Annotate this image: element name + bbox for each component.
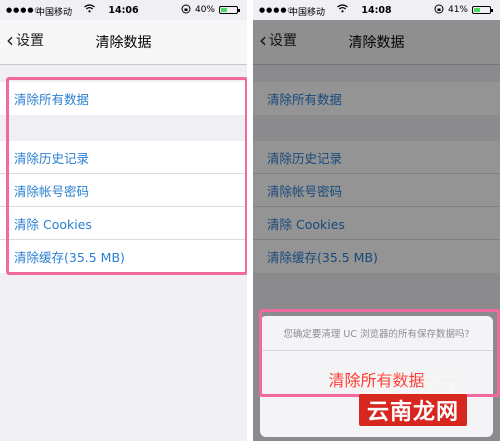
- left-phone-screen: ●●●●○ 中国移动 14:06 40% ‹ 设置 清除数据 清除所有数据 清除…: [0, 0, 247, 441]
- highlight-box: [6, 77, 247, 275]
- right-phone-screen: ●●●●○ 中国移动 14:08 41% ‹ 设置 清除数据 清除所有数据 清除…: [253, 0, 500, 441]
- watermark-logo: 云南龙网: [359, 394, 467, 426]
- rotation-lock-icon: [181, 4, 191, 17]
- page-title: 清除数据: [95, 35, 152, 51]
- rotation-lock-icon: [434, 4, 444, 17]
- status-bar: ●●●●○ 中国移动 14:06 40%: [0, 0, 247, 20]
- highlight-box: [259, 309, 500, 397]
- battery-icon: [472, 6, 493, 14]
- status-bar: ●●●●○ 中国移动 14:08 41%: [253, 0, 500, 20]
- battery-percent: 40%: [194, 5, 215, 15]
- navigation-bar: ‹ 设置 清除数据: [0, 20, 247, 65]
- battery-percent: 41%: [447, 5, 468, 15]
- battery-icon: [219, 6, 240, 14]
